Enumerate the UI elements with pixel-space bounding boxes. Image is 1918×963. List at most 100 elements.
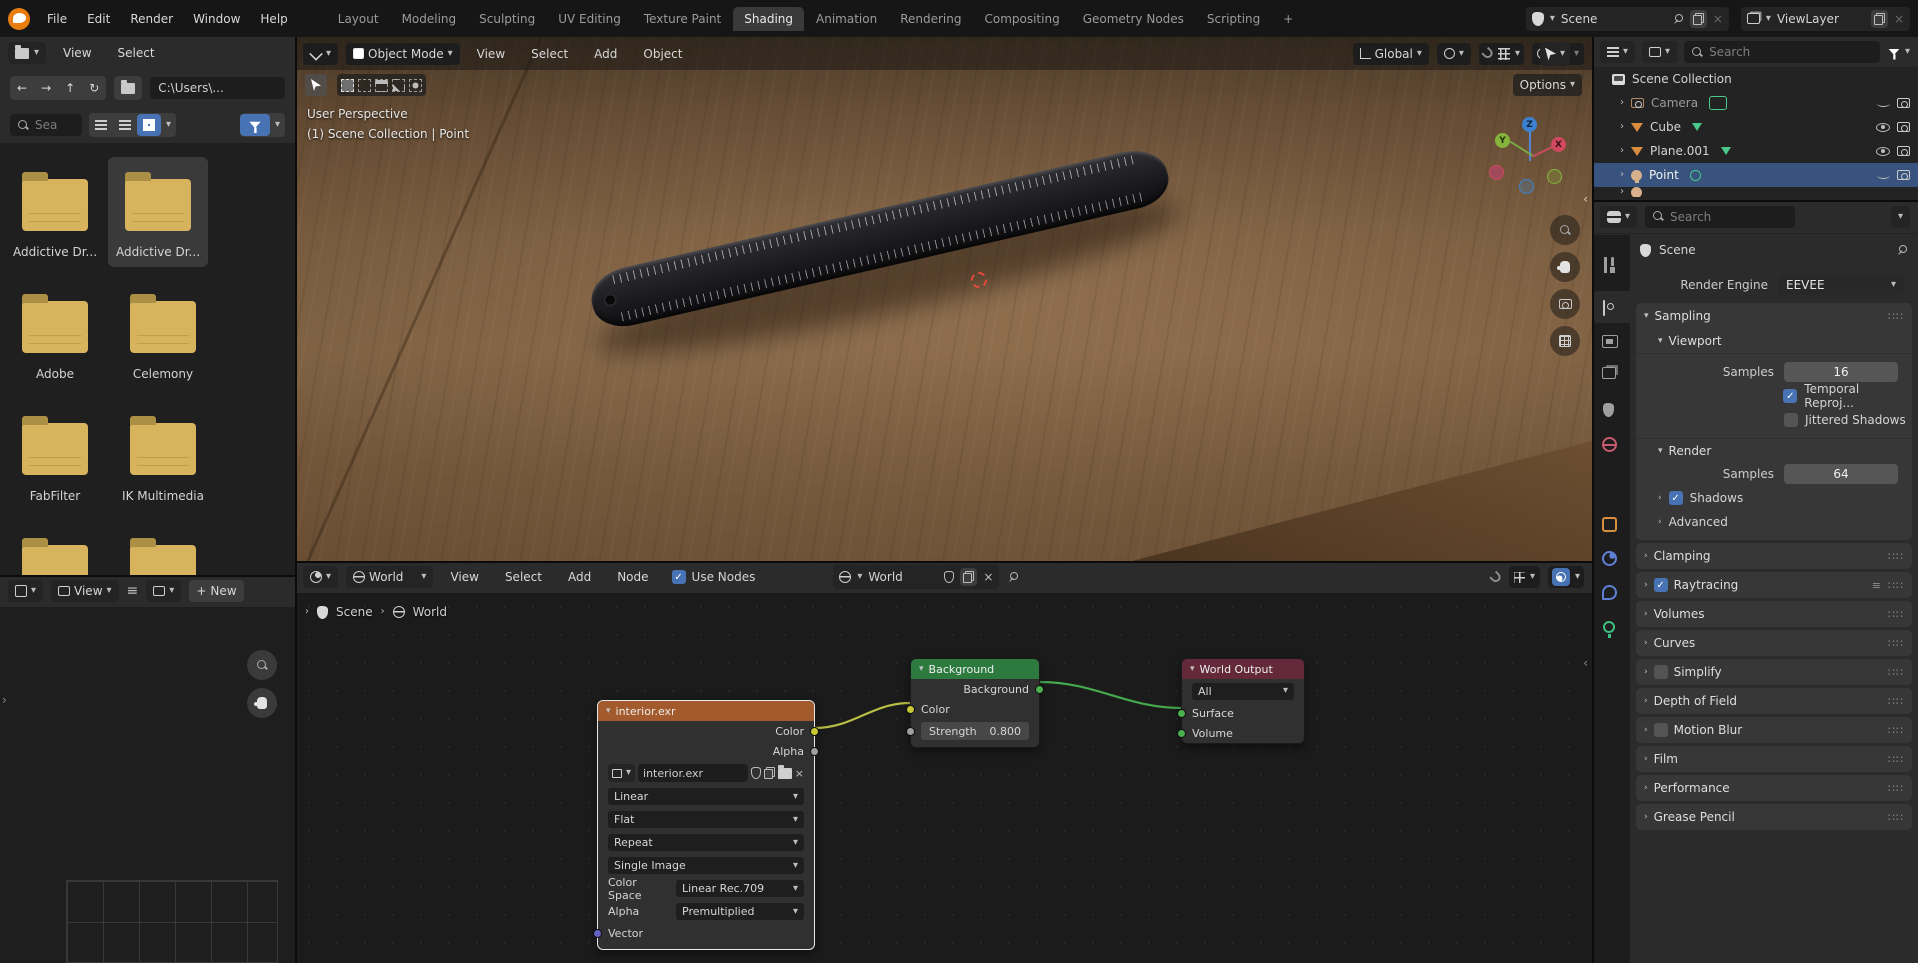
hide-eye-icon[interactable] bbox=[1877, 100, 1890, 107]
expand-icon[interactable]: › bbox=[1620, 122, 1624, 132]
menu-select[interactable]: Select bbox=[522, 47, 577, 61]
collapse-arrow-icon[interactable]: ‹ bbox=[1583, 192, 1588, 206]
snap-magnet-icon[interactable] bbox=[1481, 47, 1494, 60]
tab-view-layer[interactable] bbox=[1602, 367, 1616, 379]
divider[interactable] bbox=[1592, 37, 1594, 963]
select-mode-invert[interactable] bbox=[392, 79, 405, 92]
viewlayer-name[interactable]: ViewLayer bbox=[1777, 12, 1865, 26]
outliner-search-input[interactable]: Search bbox=[1684, 41, 1880, 63]
socket-color-output[interactable] bbox=[810, 727, 819, 736]
fake-user-icon[interactable] bbox=[944, 571, 954, 583]
axis-z-negative[interactable] bbox=[1519, 179, 1534, 194]
folder-tile-selected[interactable]: Addictive Dr... bbox=[108, 157, 208, 267]
new-world-button[interactable] bbox=[960, 568, 977, 586]
browse-world-dropdown[interactable]: ▾ bbox=[857, 572, 862, 582]
properties-search-input[interactable]: Search bbox=[1645, 206, 1795, 228]
select-mode-subtract[interactable] bbox=[375, 79, 388, 92]
pan-tool-button[interactable] bbox=[247, 688, 277, 718]
thumbnail-view-button[interactable] bbox=[137, 114, 161, 136]
disable-render-icon[interactable] bbox=[1897, 122, 1910, 132]
detail-view-button[interactable] bbox=[113, 114, 137, 136]
socket-background-output[interactable] bbox=[1035, 685, 1044, 694]
search-input[interactable]: Sea bbox=[10, 114, 82, 136]
editor-type-button[interactable]: ▾ bbox=[1600, 206, 1637, 228]
options-button[interactable]: Options▾ bbox=[1513, 74, 1582, 96]
collapse-arrow-icon[interactable]: › bbox=[2, 693, 7, 707]
tab-uv-editing[interactable]: UV Editing bbox=[547, 7, 632, 31]
panel-clamping[interactable]: ›Clamping∷∷ bbox=[1636, 543, 1912, 569]
mode-dropdown[interactable]: Object Mode▾ bbox=[346, 43, 460, 65]
collapse-arrow-icon[interactable]: › bbox=[305, 607, 309, 617]
tab-layout[interactable]: Layout bbox=[327, 7, 390, 31]
refresh-button[interactable]: ↻ bbox=[82, 77, 106, 99]
extension-dropdown[interactable]: Repeat▾ bbox=[608, 834, 804, 851]
shadows-row[interactable]: ›✓Shadows bbox=[1636, 486, 1912, 510]
open-image-icon[interactable] bbox=[778, 768, 792, 779]
transform-orientation-dropdown[interactable]: Global▾ bbox=[1353, 43, 1429, 65]
new-image-button[interactable]: +New bbox=[189, 580, 243, 602]
tab-animation[interactable]: Animation bbox=[805, 7, 888, 31]
list-view-button[interactable] bbox=[89, 114, 113, 136]
socket-volume-input[interactable] bbox=[1177, 729, 1186, 738]
viewport-samples-slider[interactable]: 16 bbox=[1784, 362, 1898, 382]
use-nodes-checkbox[interactable]: ✓ bbox=[672, 570, 686, 584]
viewport-3d[interactable]: ▾ Object Mode▾ View Select Add Object Gl… bbox=[295, 37, 1592, 561]
expand-icon[interactable]: › bbox=[1620, 170, 1624, 180]
menu-view[interactable]: View bbox=[54, 46, 100, 60]
disable-render-icon[interactable] bbox=[1897, 170, 1910, 180]
filter-settings-dropdown[interactable]: ▾ bbox=[270, 114, 285, 136]
menu-view[interactable]: View bbox=[468, 47, 514, 61]
panel-sampling-header[interactable]: ▾Sampling∷∷ bbox=[1636, 303, 1912, 329]
menu-render[interactable]: Render bbox=[121, 12, 182, 26]
back-button[interactable]: ← bbox=[10, 77, 34, 99]
folder-tile[interactable] bbox=[22, 545, 88, 575]
expand-icon[interactable]: › bbox=[1620, 146, 1624, 156]
tab-physics[interactable] bbox=[1602, 551, 1617, 566]
viewport-pan-button[interactable] bbox=[1550, 252, 1580, 282]
visibility-eye-icon[interactable] bbox=[1545, 48, 1556, 61]
folder-tile[interactable]: FabFilter bbox=[12, 409, 98, 503]
node-world-output[interactable]: ▾World Output All▾ Surface Volume bbox=[1181, 658, 1305, 744]
pivot-dropdown[interactable]: ▾ bbox=[1437, 43, 1471, 65]
snap-target-icon[interactable] bbox=[1498, 48, 1510, 60]
raytracing-checkbox[interactable]: ✓ bbox=[1654, 578, 1668, 592]
source-dropdown[interactable]: Single Image▾ bbox=[608, 857, 804, 874]
panel-motion-blur[interactable]: ›Motion Blur∷∷ bbox=[1636, 717, 1912, 743]
up-button[interactable]: ↑ bbox=[58, 77, 82, 99]
pin-icon[interactable] bbox=[1007, 571, 1019, 583]
collapse-arrow-icon[interactable]: ‹ bbox=[1583, 656, 1588, 670]
folder-tile[interactable]: IK Multimedia bbox=[120, 409, 206, 503]
new-scene-button[interactable] bbox=[1690, 10, 1707, 28]
socket-surface-input[interactable] bbox=[1177, 709, 1186, 718]
shader-type-dropdown[interactable]: World▾ bbox=[346, 566, 433, 588]
zoom-tool-button[interactable] bbox=[247, 650, 277, 680]
pin-icon[interactable] bbox=[1896, 244, 1908, 256]
menu-edit[interactable]: Edit bbox=[78, 12, 119, 26]
select-mode-new[interactable] bbox=[341, 79, 354, 92]
select-mode-intersect[interactable] bbox=[409, 79, 422, 92]
hide-eye-icon[interactable] bbox=[1877, 172, 1890, 179]
overlays-toggle[interactable] bbox=[1552, 568, 1570, 586]
expand-icon[interactable]: › bbox=[1620, 98, 1624, 108]
node-header[interactable]: ▾interior.exr bbox=[598, 701, 814, 721]
outliner-filter-button[interactable]: ▾ bbox=[1887, 47, 1910, 57]
tab-scene[interactable] bbox=[1603, 403, 1614, 417]
outliner-row-point-selected[interactable]: › Point bbox=[1592, 163, 1918, 187]
filter-type-dropdown[interactable]: ▾ bbox=[1642, 41, 1677, 63]
subpanel-render-header[interactable]: ▾Render bbox=[1636, 438, 1912, 462]
panel-curves[interactable]: ›Curves∷∷ bbox=[1636, 630, 1912, 656]
properties-options-dropdown[interactable]: ▾ bbox=[1891, 206, 1910, 228]
panel-volumes[interactable]: ›Volumes∷∷ bbox=[1636, 601, 1912, 627]
active-tool-button[interactable] bbox=[305, 74, 327, 96]
menu-add[interactable]: Add bbox=[585, 47, 626, 61]
tab-geometry-nodes[interactable]: Geometry Nodes bbox=[1072, 7, 1195, 31]
divider[interactable] bbox=[1592, 200, 1918, 202]
socket-color-input[interactable] bbox=[906, 705, 915, 714]
tab-world[interactable] bbox=[1602, 437, 1617, 452]
folder-tile[interactable] bbox=[130, 545, 196, 575]
render-samples-slider[interactable]: 64 bbox=[1784, 464, 1898, 484]
disable-render-icon[interactable] bbox=[1897, 98, 1910, 108]
snap-magnet-icon[interactable] bbox=[1489, 570, 1502, 583]
editor-type-button[interactable]: ▾ bbox=[8, 42, 46, 64]
socket-strength-input[interactable] bbox=[906, 727, 915, 736]
